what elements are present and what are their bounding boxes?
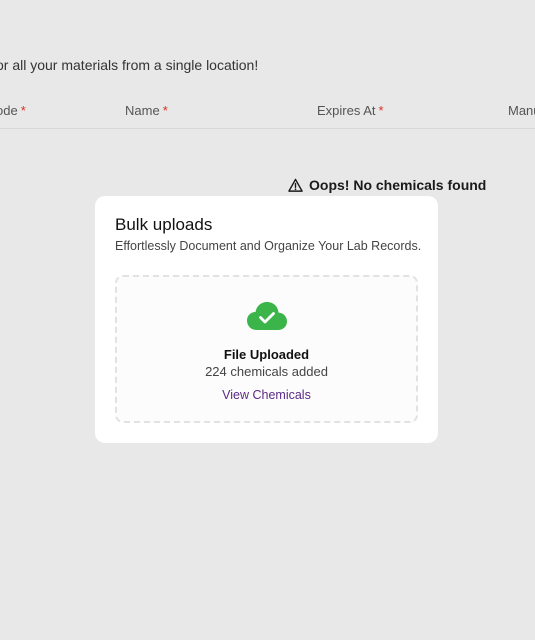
bulk-upload-modal: Bulk uploads Effortlessly Document and O…	[95, 196, 438, 443]
column-label: Expires At	[317, 103, 376, 118]
empty-state-message: Oops! No chemicals found	[288, 177, 486, 193]
table-header: ode* Name* Expires At* Manu	[0, 98, 535, 129]
modal-title: Bulk uploads	[115, 215, 213, 234]
upload-count: 224 chemicals added	[205, 364, 328, 379]
modal-description: Effortlessly Document and Organize Your …	[115, 239, 422, 253]
empty-state-text: Oops! No chemicals found	[309, 177, 487, 193]
required-marker: *	[162, 103, 168, 118]
page-subtitle: or all your materials from a single loca…	[0, 57, 259, 73]
cloud-check-icon	[247, 302, 287, 330]
column-header-name: Name *	[125, 103, 168, 118]
warning-triangle-icon	[288, 178, 303, 192]
upload-status: File Uploaded	[223, 347, 310, 362]
required-marker: *	[378, 103, 384, 118]
column-header-expires-at: Expires At *	[317, 103, 384, 118]
view-chemicals-link[interactable]: View Chemicals	[117, 388, 416, 402]
column-label: Manu	[508, 103, 535, 118]
required-marker: *	[20, 103, 26, 118]
column-label: ode	[0, 103, 18, 118]
page: or all your materials from a single loca…	[0, 0, 535, 640]
column-label: Name	[125, 103, 160, 118]
column-header-manufacturer: Manu	[508, 103, 535, 118]
upload-dropzone[interactable]: File Uploaded 224 chemicals added View C…	[115, 275, 418, 423]
column-header-code: ode*	[0, 103, 26, 118]
